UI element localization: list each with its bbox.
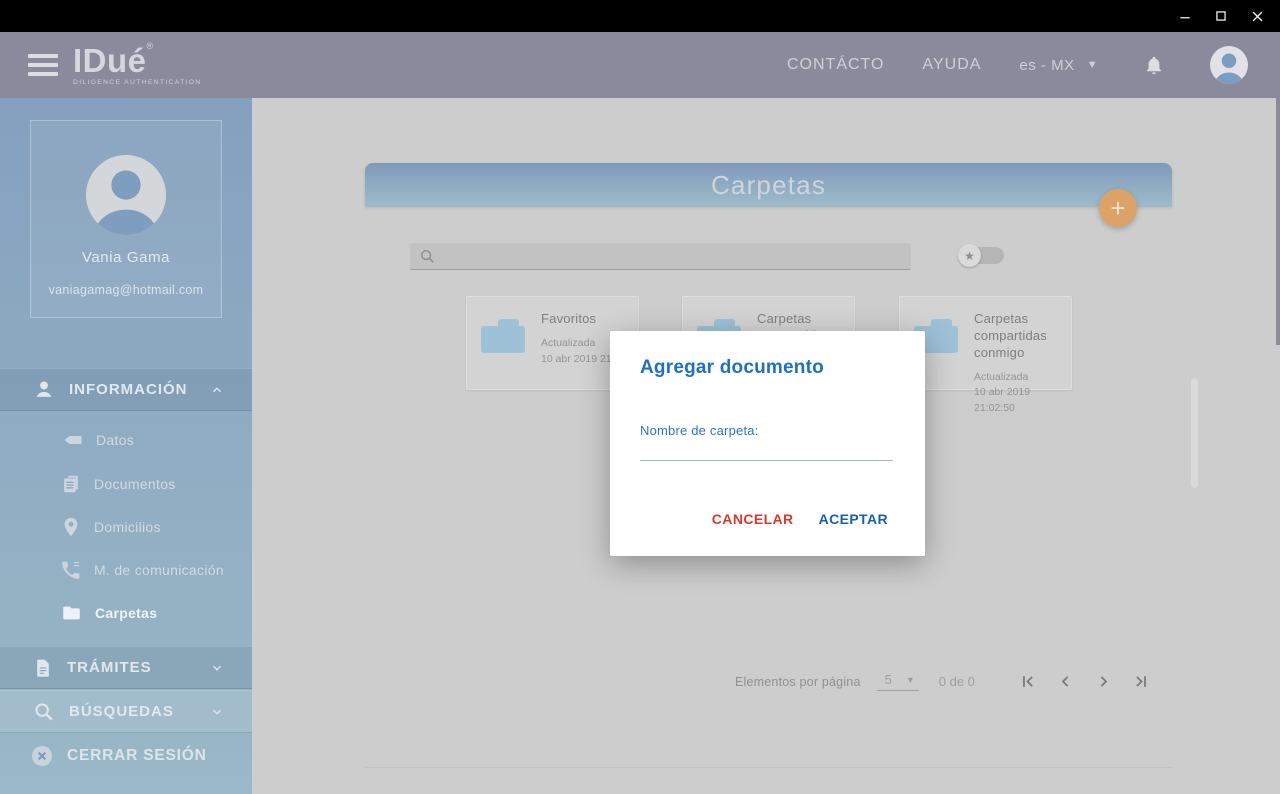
search-icon bbox=[419, 248, 436, 265]
sidebar-item-comunicacion[interactable]: M. de comunicación bbox=[0, 548, 252, 591]
window-titlebar bbox=[0, 0, 1280, 32]
first-page-icon bbox=[1019, 673, 1036, 690]
dialog-title: Agregar documento bbox=[640, 357, 824, 379]
folder-search-box bbox=[410, 243, 911, 270]
last-page-icon bbox=[1133, 673, 1150, 690]
section-label: TRÁMITES bbox=[67, 659, 152, 676]
language-value: es - MX bbox=[1019, 57, 1074, 74]
page-scrollbar-thumb[interactable] bbox=[1276, 98, 1280, 345]
items-per-page-label: Elementos por página bbox=[735, 675, 861, 689]
phone-icon bbox=[60, 559, 82, 581]
app-logo: IDué® DILIGENCE AUTHENTICATION bbox=[73, 44, 202, 87]
card-icon bbox=[60, 428, 84, 452]
sidebar-item-label: M. de comunicación bbox=[94, 562, 224, 578]
language-selector[interactable]: es - MX ▼ bbox=[1019, 57, 1098, 74]
profile-avatar bbox=[86, 155, 166, 235]
section-label: BÚSQUEDAS bbox=[69, 703, 174, 720]
page-title: Carpetas bbox=[711, 170, 826, 201]
logo-tagline: DILIGENCE AUTHENTICATION bbox=[73, 80, 202, 87]
section-label: INFORMACIÓN bbox=[69, 381, 188, 398]
add-document-dialog: Agregar documento Nombre de carpeta: CAN… bbox=[610, 331, 925, 556]
folder-icon bbox=[481, 319, 525, 353]
chevron-up-icon bbox=[210, 383, 224, 397]
registered-mark: ® bbox=[147, 41, 154, 51]
sidebar-section-informacion[interactable]: INFORMACIÓN bbox=[0, 368, 252, 411]
folder-name-input[interactable] bbox=[640, 437, 893, 461]
chevron-left-icon bbox=[1057, 673, 1074, 690]
window-minimize-button[interactable] bbox=[1172, 5, 1198, 27]
folders-panel-header: Carpetas bbox=[365, 163, 1172, 207]
sidebar-item-label: Documentos bbox=[94, 476, 176, 492]
chevron-down-icon bbox=[210, 661, 224, 675]
search-icon bbox=[33, 701, 55, 723]
chevron-down-icon bbox=[210, 705, 224, 719]
contact-link[interactable]: CONTÁCTO bbox=[787, 56, 884, 74]
sidebar-item-label: Domicilios bbox=[94, 519, 161, 535]
accept-button[interactable]: ACEPTAR bbox=[819, 511, 888, 527]
avatar-icon bbox=[86, 155, 166, 235]
window-maximize-button[interactable] bbox=[1208, 5, 1234, 27]
person-icon bbox=[33, 379, 55, 401]
page-range-label: 0 de 0 bbox=[939, 674, 975, 689]
document-icon bbox=[33, 657, 53, 679]
location-pin-icon bbox=[60, 515, 82, 539]
sidebar-item-carpetas[interactable]: Carpetas bbox=[0, 591, 252, 634]
sidebar-item-label: Datos bbox=[96, 432, 134, 448]
logo-title: IDué bbox=[73, 42, 147, 79]
logout-button[interactable]: CERRAR SESIÓN bbox=[0, 734, 252, 777]
content-bottom-divider bbox=[365, 767, 1172, 768]
sidebar-section-busquedas[interactable]: BÚSQUEDAS bbox=[0, 690, 252, 733]
sidebar-section-tramites[interactable]: TRÁMITES bbox=[0, 646, 252, 689]
documents-icon bbox=[60, 472, 82, 496]
logout-label: CERRAR SESIÓN bbox=[67, 747, 207, 765]
avatar-icon bbox=[1210, 46, 1248, 84]
card-updated-label: Actualizada bbox=[974, 370, 1063, 386]
card-title: Carpetas compartidas conmigo bbox=[974, 311, 1063, 362]
notifications-button[interactable] bbox=[1144, 54, 1164, 76]
app-header: IDué® DILIGENCE AUTHENTICATION CONTÁCTO … bbox=[0, 32, 1280, 98]
sidebar-item-label: Carpetas bbox=[95, 605, 157, 621]
first-page-button[interactable] bbox=[1019, 673, 1036, 690]
sidebar-item-documentos[interactable]: Documentos bbox=[0, 462, 252, 505]
appbar-nav: CONTÁCTO AYUDA es - MX ▼ bbox=[787, 46, 1248, 84]
pagination: Elementos por página 5 ▼ 0 de 0 bbox=[735, 672, 1150, 691]
add-folder-button[interactable]: + bbox=[1099, 189, 1137, 227]
star-icon: ★ bbox=[958, 244, 981, 267]
sidebar: Vania Gama vaniagamag@hotmail.com INFORM… bbox=[0, 98, 252, 794]
profile-card: Vania Gama vaniagamag@hotmail.com bbox=[30, 120, 222, 318]
help-link[interactable]: AYUDA bbox=[922, 56, 981, 74]
window-close-button[interactable] bbox=[1244, 5, 1270, 27]
content-scrollbar-thumb[interactable] bbox=[1191, 378, 1198, 488]
folder-name-label: Nombre de carpeta: bbox=[640, 423, 759, 438]
page-size-select[interactable]: 5 ▼ bbox=[877, 672, 919, 691]
profile-name: Vania Gama bbox=[31, 249, 221, 266]
last-page-button[interactable] bbox=[1133, 673, 1150, 690]
chevron-down-icon: ▼ bbox=[906, 675, 915, 685]
sidebar-item-domicilios[interactable]: Domicilios bbox=[0, 505, 252, 548]
previous-page-button[interactable] bbox=[1057, 673, 1074, 690]
chevron-right-icon bbox=[1095, 673, 1112, 690]
chevron-down-icon: ▼ bbox=[1087, 59, 1098, 71]
sidebar-item-datos[interactable]: Datos bbox=[0, 418, 252, 461]
page-size-value: 5 bbox=[885, 672, 892, 687]
next-page-button[interactable] bbox=[1095, 673, 1112, 690]
card-updated-date: 10 abr 2019 21:02:50 bbox=[974, 385, 1063, 417]
profile-email: vaniagamag@hotmail.com bbox=[31, 283, 221, 297]
page-nav bbox=[1019, 673, 1150, 690]
folder-icon bbox=[60, 602, 83, 624]
close-circle-icon bbox=[30, 744, 54, 768]
bell-icon bbox=[1144, 54, 1164, 76]
card-title: Favoritos bbox=[541, 311, 629, 328]
cancel-button[interactable]: CANCELAR bbox=[712, 511, 794, 527]
favorites-toggle[interactable]: ★ bbox=[958, 244, 1006, 267]
search-input[interactable] bbox=[436, 249, 911, 264]
user-avatar-button[interactable] bbox=[1210, 46, 1248, 84]
dialog-actions: CANCELAR ACEPTAR bbox=[712, 511, 888, 527]
menu-icon[interactable] bbox=[28, 54, 58, 76]
